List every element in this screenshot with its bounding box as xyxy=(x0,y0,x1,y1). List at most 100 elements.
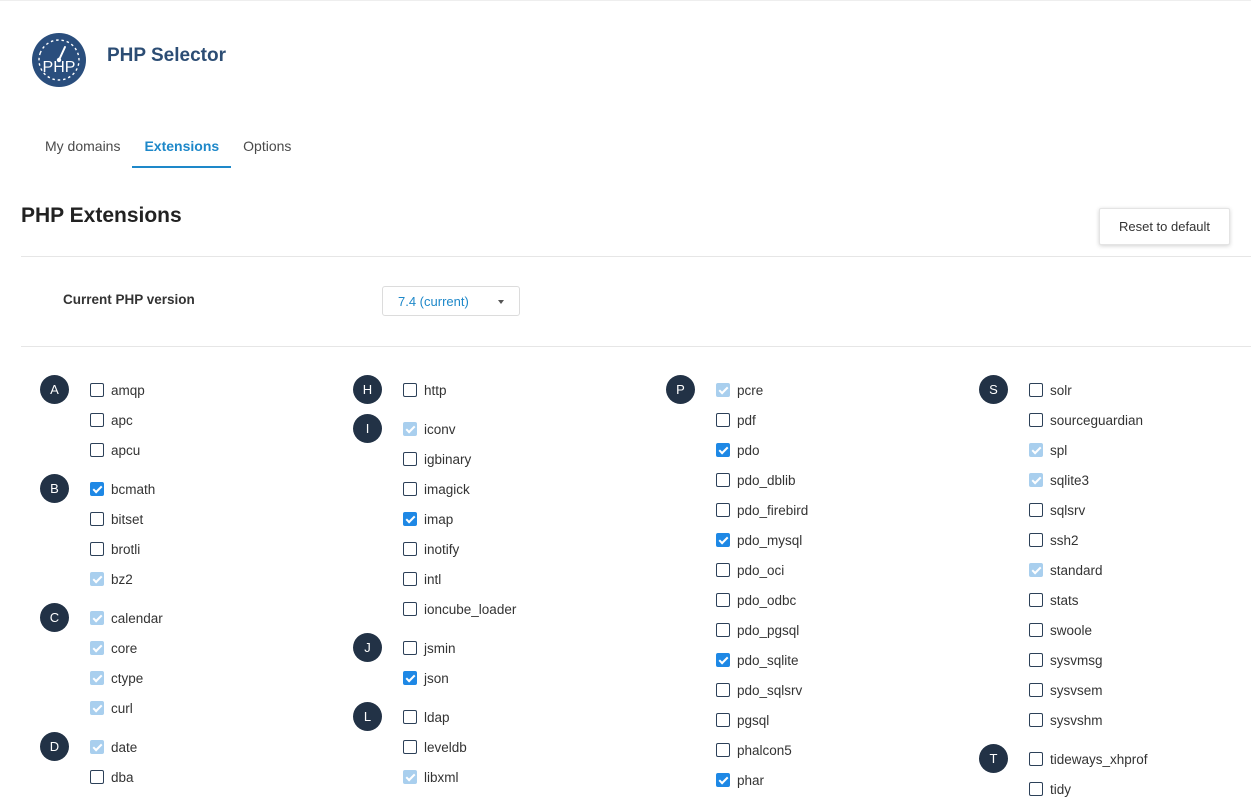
extension-apc[interactable]: apc xyxy=(90,410,133,430)
extension-phar[interactable]: phar xyxy=(716,770,764,790)
checkbox-ssh2[interactable] xyxy=(1029,533,1043,547)
extension-amqp[interactable]: amqp xyxy=(90,380,145,400)
extension-pdo-dblib[interactable]: pdo_dblib xyxy=(716,470,796,490)
extension-ioncube-loader[interactable]: ioncube_loader xyxy=(403,599,516,619)
checkbox-bitset[interactable] xyxy=(90,512,104,526)
checkbox-tidy[interactable] xyxy=(1029,782,1043,796)
extension-sqlite3[interactable]: sqlite3 xyxy=(1029,470,1089,490)
checkbox-ldap[interactable] xyxy=(403,710,417,724)
extension-dba[interactable]: dba xyxy=(90,767,134,787)
extension-tidy[interactable]: tidy xyxy=(1029,779,1071,799)
extension-pdo[interactable]: pdo xyxy=(716,440,760,460)
extension-label: sourceguardian xyxy=(1050,412,1144,428)
extension-pdo-pgsql[interactable]: pdo_pgsql xyxy=(716,620,799,640)
checkbox-http[interactable] xyxy=(403,383,417,397)
checkbox-igbinary[interactable] xyxy=(403,452,417,466)
extension-curl[interactable]: curl xyxy=(90,698,133,718)
extension-stats[interactable]: stats xyxy=(1029,590,1079,610)
checkbox-tideways-xhprof[interactable] xyxy=(1029,752,1043,766)
checkbox-pdo-pgsql[interactable] xyxy=(716,623,730,637)
extension-ldap[interactable]: ldap xyxy=(403,707,450,727)
extension-imap[interactable]: imap xyxy=(403,509,453,529)
extension-calendar[interactable]: calendar xyxy=(90,608,163,628)
extension-pdf[interactable]: pdf xyxy=(716,410,756,430)
extension-apcu[interactable]: apcu xyxy=(90,440,140,460)
extension-bitset[interactable]: bitset xyxy=(90,509,143,529)
extension-pcre[interactable]: pcre xyxy=(716,380,763,400)
extension-sourceguardian[interactable]: sourceguardian xyxy=(1029,410,1143,430)
checkbox-sourceguardian[interactable] xyxy=(1029,413,1043,427)
extension-label: imap xyxy=(424,511,454,527)
extension-intl[interactable]: intl xyxy=(403,569,441,589)
checkbox-pdo-mysql[interactable] xyxy=(716,533,730,547)
checkbox-solr[interactable] xyxy=(1029,383,1043,397)
extension-bz2[interactable]: bz2 xyxy=(90,569,133,589)
extension-brotli[interactable]: brotli xyxy=(90,539,140,559)
extension-spl[interactable]: spl xyxy=(1029,440,1067,460)
checkbox-curl xyxy=(90,701,104,715)
extension-json[interactable]: json xyxy=(403,668,449,688)
extension-pgsql[interactable]: pgsql xyxy=(716,710,769,730)
checkbox-pdo-firebird[interactable] xyxy=(716,503,730,517)
checkbox-pdo-sqlsrv[interactable] xyxy=(716,683,730,697)
checkbox-sysvshm[interactable] xyxy=(1029,713,1043,727)
extension-sysvshm[interactable]: sysvshm xyxy=(1029,710,1103,730)
extension-swoole[interactable]: swoole xyxy=(1029,620,1092,640)
extension-pdo-firebird[interactable]: pdo_firebird xyxy=(716,500,808,520)
extension-imagick[interactable]: imagick xyxy=(403,479,470,499)
extension-sysvmsg[interactable]: sysvmsg xyxy=(1029,650,1103,670)
checkbox-phar[interactable] xyxy=(716,773,730,787)
extension-ssh2[interactable]: ssh2 xyxy=(1029,530,1079,550)
extension-libxml[interactable]: libxml xyxy=(403,767,459,787)
checkbox-dba[interactable] xyxy=(90,770,104,784)
extension-ctype[interactable]: ctype xyxy=(90,668,143,688)
checkbox-swoole[interactable] xyxy=(1029,623,1043,637)
extension-core[interactable]: core xyxy=(90,638,137,658)
checkbox-pdo-dblib[interactable] xyxy=(716,473,730,487)
checkbox-imap[interactable] xyxy=(403,512,417,526)
extension-tideways-xhprof[interactable]: tideways_xhprof xyxy=(1029,749,1148,769)
checkbox-json[interactable] xyxy=(403,671,417,685)
extension-pdo-sqlsrv[interactable]: pdo_sqlsrv xyxy=(716,680,802,700)
checkbox-pdo[interactable] xyxy=(716,443,730,457)
checkbox-sysvsem[interactable] xyxy=(1029,683,1043,697)
checkbox-jsmin[interactable] xyxy=(403,641,417,655)
checkbox-bcmath[interactable] xyxy=(90,482,104,496)
extension-http[interactable]: http xyxy=(403,380,447,400)
extension-bcmath[interactable]: bcmath xyxy=(90,479,155,499)
checkbox-pdo-oci[interactable] xyxy=(716,563,730,577)
extension-pdo-oci[interactable]: pdo_oci xyxy=(716,560,784,580)
extension-inotify[interactable]: inotify xyxy=(403,539,459,559)
extension-sqlsrv[interactable]: sqlsrv xyxy=(1029,500,1085,520)
checkbox-ioncube-loader[interactable] xyxy=(403,602,417,616)
checkbox-pdf[interactable] xyxy=(716,413,730,427)
extension-label: pgsql xyxy=(737,712,770,728)
checkbox-imagick[interactable] xyxy=(403,482,417,496)
checkbox-inotify[interactable] xyxy=(403,542,417,556)
checkbox-pdo-odbc[interactable] xyxy=(716,593,730,607)
checkbox-pgsql[interactable] xyxy=(716,713,730,727)
checkbox-apc[interactable] xyxy=(90,413,104,427)
checkbox-apcu[interactable] xyxy=(90,443,104,457)
extension-standard[interactable]: standard xyxy=(1029,560,1103,580)
extension-sysvsem[interactable]: sysvsem xyxy=(1029,680,1103,700)
extension-jsmin[interactable]: jsmin xyxy=(403,638,456,658)
extension-solr[interactable]: solr xyxy=(1029,380,1072,400)
extension-pdo-odbc[interactable]: pdo_odbc xyxy=(716,590,796,610)
checkbox-leveldb[interactable] xyxy=(403,740,417,754)
extension-pdo-mysql[interactable]: pdo_mysql xyxy=(716,530,802,550)
checkbox-phalcon5[interactable] xyxy=(716,743,730,757)
checkbox-pdo-sqlite[interactable] xyxy=(716,653,730,667)
checkbox-amqp[interactable] xyxy=(90,383,104,397)
extension-phalcon5[interactable]: phalcon5 xyxy=(716,740,792,760)
extension-date[interactable]: date xyxy=(90,737,137,757)
extension-igbinary[interactable]: igbinary xyxy=(403,449,471,469)
checkbox-intl[interactable] xyxy=(403,572,417,586)
extension-leveldb[interactable]: leveldb xyxy=(403,737,467,757)
checkbox-sqlsrv[interactable] xyxy=(1029,503,1043,517)
extension-iconv[interactable]: iconv xyxy=(403,419,456,439)
checkbox-sysvmsg[interactable] xyxy=(1029,653,1043,667)
checkbox-brotli[interactable] xyxy=(90,542,104,556)
extension-pdo-sqlite[interactable]: pdo_sqlite xyxy=(716,650,799,670)
checkbox-stats[interactable] xyxy=(1029,593,1043,607)
